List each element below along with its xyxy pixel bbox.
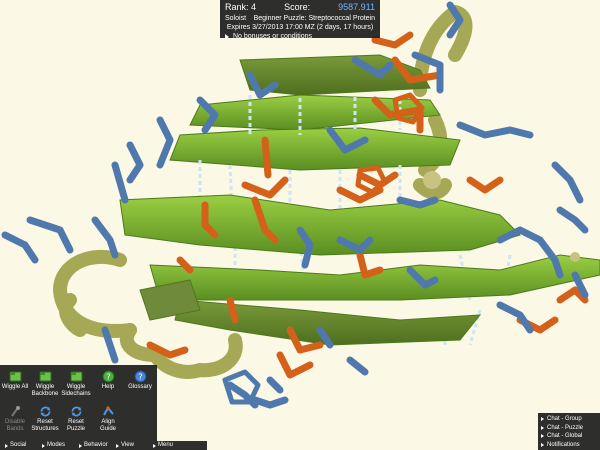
wiggle-backbone-icon (39, 371, 51, 382)
chat-group-toggle[interactable]: Chat - Group (541, 415, 597, 424)
chat-group-label: Chat - Group (547, 416, 582, 422)
glossary-button[interactable]: ? Glossary (125, 370, 155, 391)
reset-puzzle-button[interactable]: Reset Puzzle (61, 405, 91, 432)
score-value: 9587.911 (338, 2, 375, 12)
align-guide-button[interactable]: Align Guide (93, 405, 123, 432)
expand-triangle-icon (541, 442, 544, 447)
chat-global-toggle[interactable]: Chat - Global (541, 432, 597, 441)
bonuses-toggle[interactable]: No bonuses or conditions (225, 32, 375, 41)
expand-triangle-icon (5, 443, 8, 448)
glossary-icon: ? (134, 370, 146, 383)
expand-triangle-icon (225, 33, 229, 40)
wiggle-sidechains-button[interactable]: Wiggle Sidechains (61, 370, 91, 397)
help-button[interactable]: ? Help (93, 370, 123, 391)
menu-behavior-label: Behavior (84, 442, 108, 448)
expand-triangle-icon (153, 443, 156, 448)
expand-triangle-icon (541, 434, 544, 439)
rank-label: Rank: 4 (225, 2, 257, 12)
wiggle-all-label: Wiggle All (1, 384, 29, 390)
bonuses-label: No bonuses or conditions (233, 33, 312, 40)
reset-puzzle-label: Reset Puzzle (66, 419, 85, 432)
puzzle-name: Beginner Puzzle: Streptococcal Protein (253, 15, 375, 22)
reset-icon (40, 406, 50, 417)
menu-view[interactable]: View (111, 441, 148, 450)
wiggle-all-button[interactable]: Wiggle All (0, 370, 30, 391)
svg-text:?: ? (106, 372, 110, 381)
score-label: Score: (284, 2, 311, 12)
tool-panel: Wiggle All Wiggle Backbone Wiggle Sidech… (0, 365, 157, 441)
mode-label: Soloist (225, 15, 247, 22)
expand-triangle-icon (541, 425, 544, 430)
expand-triangle-icon (116, 443, 119, 448)
expiry-text: Expires 3/27/2013 17:00 MZ (2 days, 17 h… (226, 24, 374, 31)
align-guide-icon (102, 406, 114, 416)
menu-menu[interactable]: Menu (148, 441, 185, 450)
svg-text:?: ? (138, 372, 142, 381)
menu-modes[interactable]: Modes (37, 441, 74, 450)
wiggle-backbone-label: Wiggle Backbone (31, 384, 59, 397)
glossary-label: Glossary (128, 384, 152, 390)
chat-panel: Chat - Group Chat - Puzzle Chat - Global… (538, 413, 600, 450)
puzzle-info-row: Soloist Beginner Puzzle: Streptococcal P… (225, 14, 375, 23)
reset-structures-label: Reset Structures (31, 419, 59, 432)
score-row: Rank: 4 Score: 9587.911 (225, 2, 375, 13)
wiggle-sidechains-icon (70, 371, 82, 382)
menu-behavior[interactable]: Behavior (74, 441, 111, 450)
expand-triangle-icon (541, 417, 544, 422)
expand-triangle-icon (79, 443, 82, 448)
help-icon: ? (102, 370, 114, 383)
help-label: Help (101, 384, 115, 390)
reset-puzzle-icon (71, 406, 81, 417)
expand-triangle-icon (42, 443, 45, 448)
chat-puzzle-toggle[interactable]: Chat - Puzzle (541, 424, 597, 433)
menu-social-label: Social (10, 442, 27, 448)
bottom-menu-bar: Social Modes Behavior View Menu (0, 441, 207, 450)
band-icon (10, 406, 20, 417)
menu-social[interactable]: Social (0, 441, 37, 450)
notifications-toggle[interactable]: Notifications (541, 441, 597, 450)
wiggle-icon (9, 371, 21, 382)
chat-puzzle-label: Chat - Puzzle (547, 424, 584, 431)
align-guide-label: Align Guide (99, 419, 116, 432)
chat-global-label: Chat - Global (547, 433, 583, 439)
menu-modes-label: Modes (47, 442, 66, 448)
notifications-label: Notifications (547, 441, 580, 448)
disable-bands-label: Disable Bands (4, 419, 25, 432)
score-panel: Rank: 4 Score: 9587.911 Soloist Beginner… (220, 0, 380, 41)
wiggle-backbone-button[interactable]: Wiggle Backbone (30, 370, 60, 397)
menu-view-label: View (121, 442, 134, 448)
wiggle-sidechains-label: Wiggle Sidechains (61, 384, 91, 397)
menu-menu-label: Menu (158, 442, 174, 448)
reset-structures-button[interactable]: Reset Structures (30, 405, 60, 432)
disable-bands-button[interactable]: Disable Bands (0, 405, 30, 432)
